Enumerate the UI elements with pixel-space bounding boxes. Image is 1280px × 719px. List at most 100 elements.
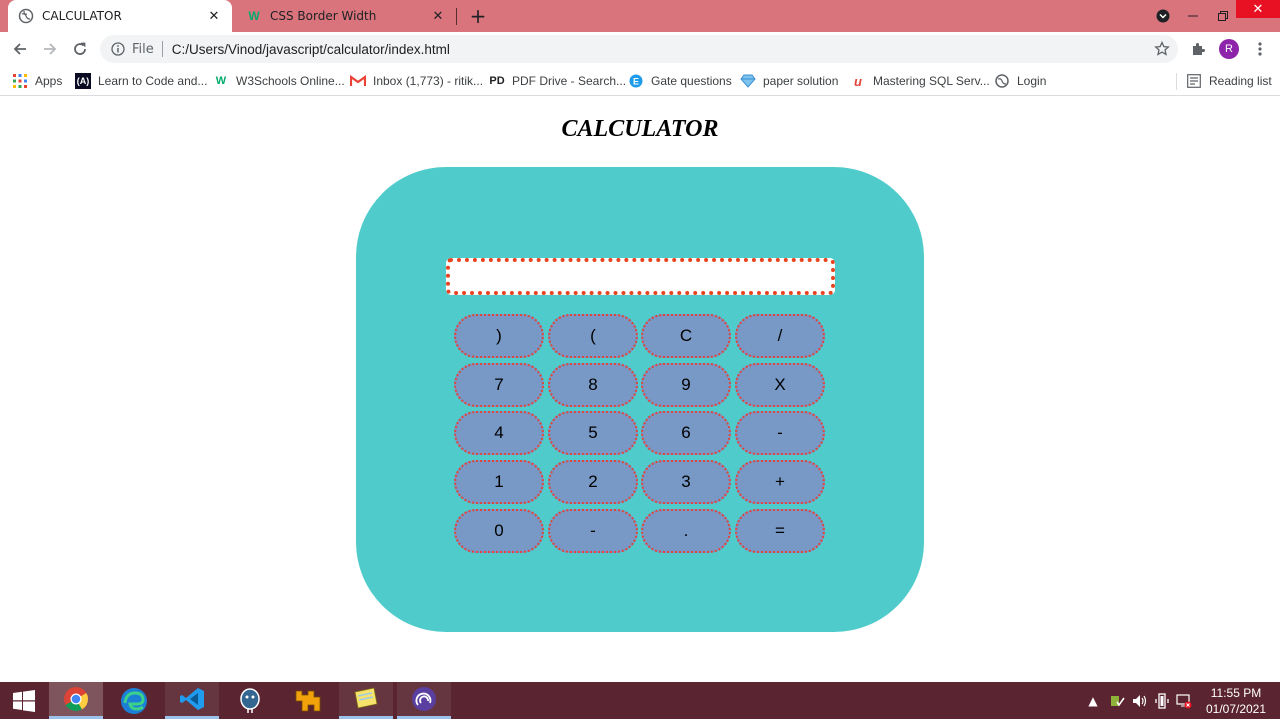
key-button[interactable]: 1 <box>454 460 544 504</box>
key-button[interactable]: 6 <box>641 411 731 455</box>
key-button[interactable]: / <box>735 314 825 358</box>
edge-taskbar-icon[interactable] <box>107 682 161 719</box>
page-title: CALCULATOR <box>561 116 719 142</box>
reading-list-label: Reading list <box>1209 74 1272 88</box>
new-tab-button[interactable]: + <box>466 4 490 28</box>
windows-start-icon[interactable] <box>0 682 48 719</box>
security-shield-icon[interactable] <box>1106 682 1128 719</box>
clock-time: 11:55 PM <box>1210 686 1262 700</box>
bookmark-paper-solution[interactable]: paper solution <box>740 71 838 91</box>
bookmark-star-icon[interactable] <box>1154 40 1170 57</box>
divider <box>161 41 163 57</box>
profile-avatar[interactable]: R <box>1217 37 1241 61</box>
close-window-icon[interactable]: ✕ <box>1236 0 1280 18</box>
scheme-label: File <box>132 41 154 57</box>
bookmark-label: W3Schools Online... <box>236 74 345 88</box>
gmail-icon <box>350 73 366 89</box>
volume-icon[interactable] <box>1130 682 1150 719</box>
tab-calculator[interactable]: CALCULATOR ✕ <box>8 0 232 32</box>
pdfdrive-icon: PD <box>489 75 505 87</box>
bookmark-label: Mastering SQL Serv... <box>873 74 990 88</box>
key-button[interactable]: ) <box>454 314 544 358</box>
minimize-icon[interactable] <box>1178 5 1208 27</box>
key-button[interactable]: - <box>548 509 638 553</box>
globe-icon <box>994 73 1010 89</box>
key-button[interactable]: 5 <box>548 411 638 455</box>
calculator-body <box>356 167 924 632</box>
url-text: C:/Users/Vinod/javascript/calculator/ind… <box>171 41 450 57</box>
key-button[interactable]: 7 <box>454 363 544 407</box>
extensions-puzzle-icon[interactable] <box>1186 37 1210 61</box>
globe-icon <box>18 8 34 24</box>
bookmark-apps[interactable]: Apps <box>12 71 62 91</box>
key-button[interactable]: 2 <box>548 460 638 504</box>
diamond-icon <box>740 73 756 89</box>
close-tab-icon[interactable]: ✕ <box>206 8 222 24</box>
reload-icon[interactable] <box>68 37 92 61</box>
avatar: R <box>1219 39 1239 59</box>
postgresql-taskbar-icon[interactable] <box>223 682 277 719</box>
browser-tab-strip: CALCULATOR ✕ W CSS Border Width ✕ + ✕ <box>0 0 1280 32</box>
bookmark-gmail[interactable]: Inbox (1,773) - ritik... <box>350 71 483 91</box>
bookmark-label: PDF Drive - Search... <box>512 74 627 88</box>
restore-icon[interactable] <box>1208 5 1238 27</box>
key-button[interactable]: 0 <box>454 509 544 553</box>
freecodecamp-icon: (A) <box>75 73 91 89</box>
svg-text:E: E <box>633 77 639 87</box>
vscode-taskbar-icon[interactable] <box>165 682 219 719</box>
key-button[interactable]: ( <box>548 314 638 358</box>
bookmark-label: paper solution <box>763 74 839 88</box>
bookmarks-bar: Apps (A) Learn to Code and... W W3School… <box>0 66 1280 96</box>
key-button[interactable]: X <box>735 363 825 407</box>
apps-grid-icon <box>12 73 28 89</box>
key-button[interactable]: C <box>641 314 731 358</box>
bookmark-label: Apps <box>35 74 63 88</box>
chrome-taskbar-icon[interactable] <box>49 682 103 719</box>
calculator-display[interactable] <box>446 258 835 295</box>
close-tab-icon[interactable]: ✕ <box>430 8 446 24</box>
key-button[interactable]: + <box>735 460 825 504</box>
bookmark-label: Gate questions <box>651 74 732 88</box>
bookmark-label: Inbox (1,773) - ritik... <box>373 74 484 88</box>
bookmark-gate[interactable]: E Gate questions <box>628 71 732 91</box>
browser-toolbar: File C:/Users/Vinod/javascript/calculato… <box>0 32 1280 66</box>
bookmark-mastering-sql[interactable]: u Mastering SQL Serv... <box>850 71 990 91</box>
bookmark-pdfdrive[interactable]: PD PDF Drive - Search... <box>489 71 626 91</box>
windows-taskbar: ▲ 11:55 PM 01/07/2021 <box>0 682 1280 719</box>
gate-icon: E <box>628 73 644 89</box>
address-bar[interactable]: File C:/Users/Vinod/javascript/calculato… <box>100 35 1178 63</box>
tray-overflow-chevron-icon[interactable]: ▲ <box>1086 682 1100 719</box>
taskbar-clock[interactable]: 11:55 PM 01/07/2021 <box>1200 685 1272 717</box>
window-controls <box>1148 0 1238 32</box>
bookmark-w3schools[interactable]: W W3Schools Online... <box>213 71 345 91</box>
bookmark-freecodecamp[interactable]: (A) Learn to Code and... <box>75 71 207 91</box>
clock-date: 01/07/2021 <box>1205 702 1267 716</box>
key-button[interactable]: . <box>641 509 731 553</box>
menu-kebab-icon[interactable] <box>1248 37 1272 61</box>
profile-dropdown-icon[interactable] <box>1148 5 1178 27</box>
key-button[interactable]: = <box>735 509 825 553</box>
key-button[interactable]: 4 <box>454 411 544 455</box>
battery-icon[interactable] <box>1152 682 1172 719</box>
key-button[interactable]: 9 <box>641 363 731 407</box>
bookmark-label: Login <box>1017 74 1047 88</box>
tab-css-border-width[interactable]: W CSS Border Width ✕ <box>236 0 456 32</box>
tab-title: CSS Border Width <box>270 9 377 23</box>
sticky-notes-taskbar-icon[interactable] <box>339 682 393 719</box>
network-disconnected-icon[interactable] <box>1174 682 1194 719</box>
app-swirl-taskbar-icon[interactable] <box>397 682 451 719</box>
key-button[interactable]: 3 <box>641 460 731 504</box>
key-button[interactable]: 8 <box>548 363 638 407</box>
filezilla-taskbar-icon[interactable] <box>281 682 335 719</box>
bookmark-label: Learn to Code and... <box>98 74 208 88</box>
reading-list-button[interactable]: Reading list <box>1186 71 1272 91</box>
reading-list-icon <box>1186 73 1202 89</box>
w3schools-icon: W <box>215 75 227 87</box>
forward-arrow-icon[interactable] <box>38 37 62 61</box>
bookmark-login[interactable]: Login <box>994 71 1046 91</box>
bookmarks-divider <box>1176 73 1177 90</box>
info-icon[interactable] <box>110 41 126 57</box>
udemy-icon: u <box>854 73 862 89</box>
key-button[interactable]: - <box>735 411 825 455</box>
back-arrow-icon[interactable] <box>8 37 32 61</box>
